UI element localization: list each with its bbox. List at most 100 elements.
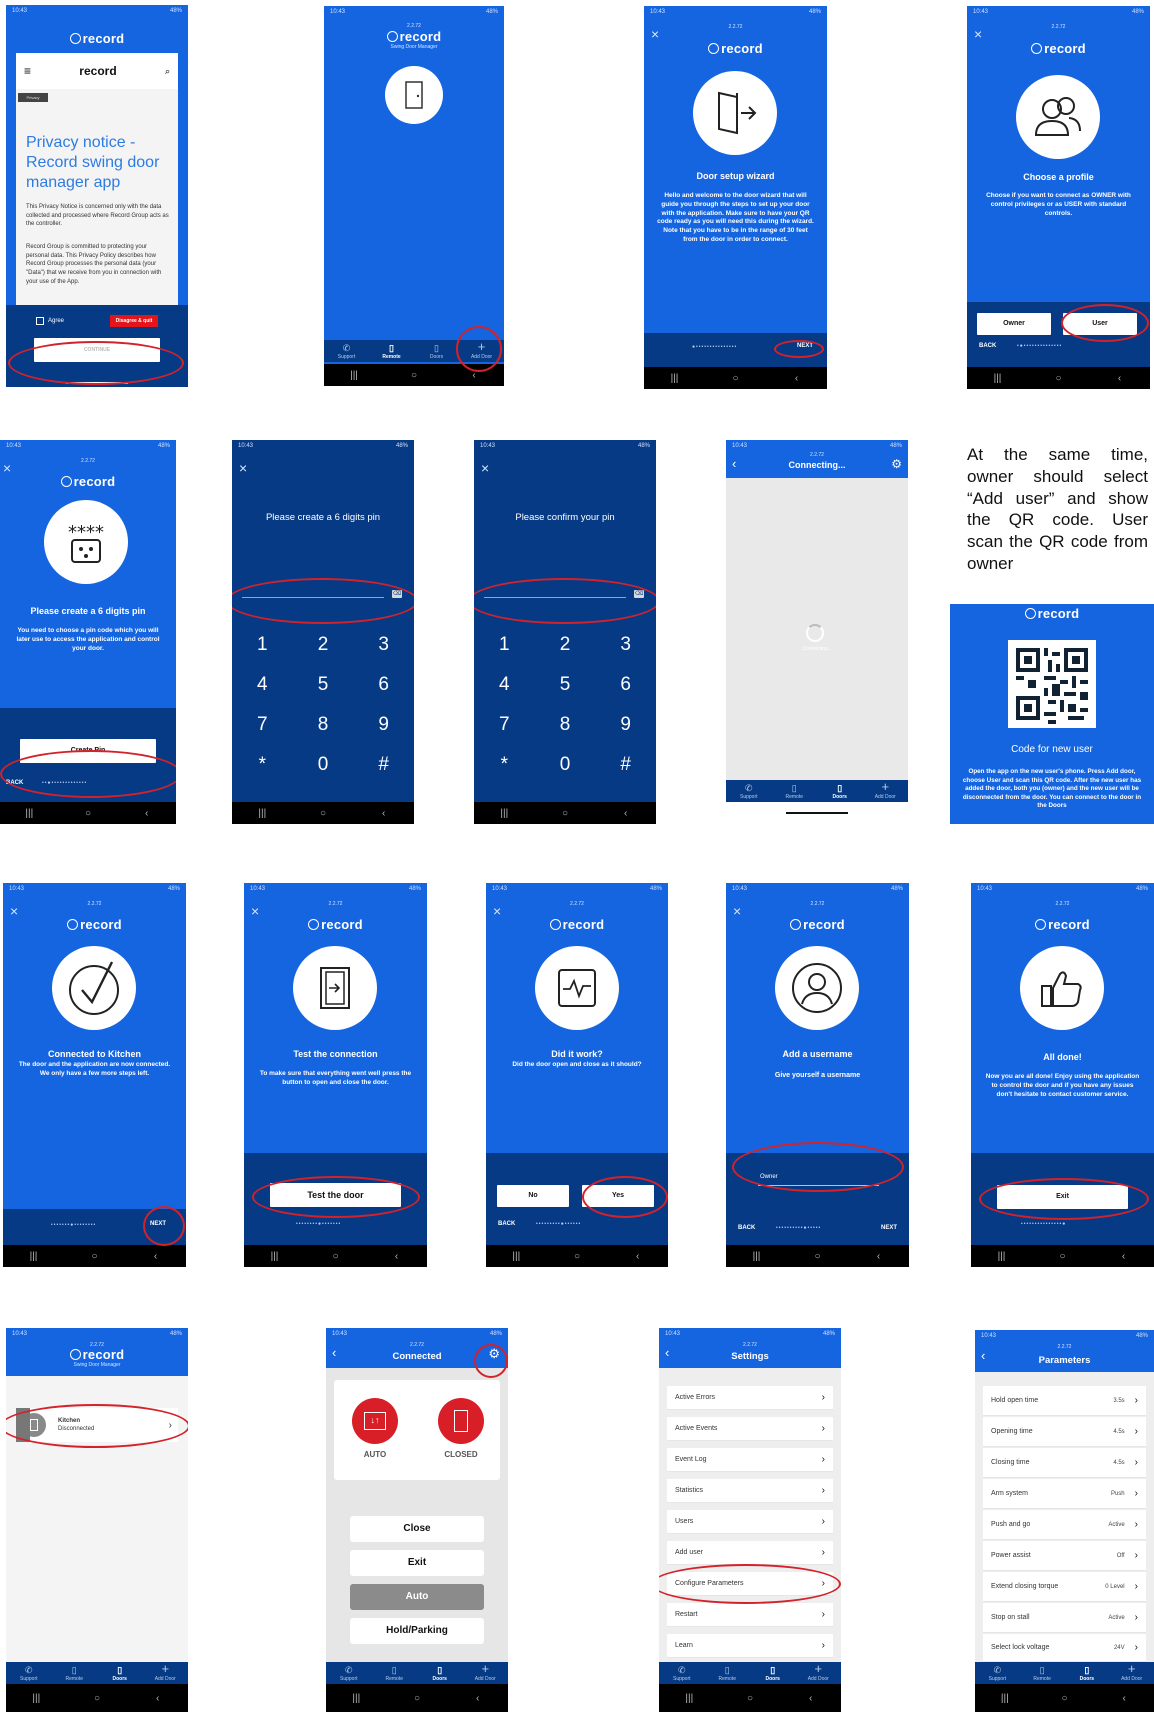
tab-add-door[interactable]: + Add Door xyxy=(798,1661,838,1682)
auto-mode-button[interactable]: ↓↑ xyxy=(352,1398,398,1444)
tab-add-door[interactable]: + Add Door xyxy=(865,779,905,800)
tab-doors[interactable]: ▯ Doors xyxy=(1067,1665,1107,1682)
tab-support[interactable]: ✆ Support xyxy=(977,1665,1017,1682)
tab-support[interactable]: ✆ Support xyxy=(9,1665,49,1682)
tab-add-door[interactable]: + Add Door xyxy=(465,1661,505,1682)
key-7[interactable]: 7 xyxy=(232,714,293,736)
hold-parking-button[interactable]: Hold/Parking xyxy=(350,1618,484,1644)
disagree-button[interactable]: Disagree & quit xyxy=(110,315,158,327)
test-door-button[interactable]: Test the door xyxy=(270,1183,401,1207)
clear-icon[interactable]: ⌫ xyxy=(392,590,402,598)
owner-button[interactable]: Owner xyxy=(977,313,1051,335)
next-button[interactable]: NEXT xyxy=(881,1225,897,1231)
tab-doors[interactable]: ▯ Doors xyxy=(417,343,457,360)
create-pin-button[interactable]: Create Pin xyxy=(20,739,156,763)
key-8[interactable]: 8 xyxy=(535,714,596,736)
key-1[interactable]: 1 xyxy=(232,634,293,656)
exit-mode-button[interactable]: Exit xyxy=(350,1550,484,1576)
parameter-row[interactable]: Arm system Push › xyxy=(983,1479,1146,1509)
next-button[interactable]: NEXT xyxy=(150,1221,166,1227)
tab-support[interactable]: ✆ Support xyxy=(662,1665,702,1682)
back-button[interactable]: BACK xyxy=(6,780,23,786)
parameter-row[interactable]: Closing time 4.5s › xyxy=(983,1448,1146,1478)
door-row-kitchen[interactable]: Kitchen Disconnected › xyxy=(16,1408,178,1442)
key-star[interactable]: * xyxy=(232,754,293,776)
key-4[interactable]: 4 xyxy=(232,674,293,696)
key-9[interactable]: 9 xyxy=(353,714,414,736)
key-hash[interactable]: # xyxy=(595,754,656,776)
tab-remote[interactable]: ▯ Remote xyxy=(372,343,412,360)
key-6[interactable]: 6 xyxy=(353,674,414,696)
tab-add-door[interactable]: + Add Door xyxy=(145,1661,185,1682)
agree-checkbox[interactable]: Agree xyxy=(36,317,64,325)
tab-support[interactable]: ✆ Support xyxy=(729,783,769,800)
home-button[interactable]: ○ xyxy=(404,370,424,381)
tab-doors[interactable]: ▯ Doors xyxy=(420,1665,460,1682)
key-2[interactable]: 2 xyxy=(535,634,596,656)
settings-item[interactable]: Active Errors › xyxy=(667,1386,833,1410)
username-input[interactable]: Owner xyxy=(760,1174,778,1180)
key-star[interactable]: * xyxy=(474,754,535,776)
gear-icon[interactable]: ⚙ xyxy=(891,457,902,471)
back-button[interactable]: ‹ xyxy=(464,370,484,381)
parameter-row[interactable]: Stop on stall Active › xyxy=(983,1603,1146,1633)
key-hash[interactable]: # xyxy=(353,754,414,776)
back-button[interactable]: BACK xyxy=(979,343,996,349)
settings-item[interactable]: Restart › xyxy=(667,1603,833,1627)
auto-mode-active-button[interactable]: Auto xyxy=(350,1584,484,1610)
tab-remote[interactable]: ▯ Remote xyxy=(774,783,814,800)
menu-icon[interactable]: ≡ xyxy=(24,64,31,78)
pin-confirm-input[interactable] xyxy=(484,597,626,598)
no-button[interactable]: No xyxy=(497,1185,569,1207)
tab-doors[interactable]: ▯ Doors xyxy=(753,1665,793,1682)
key-2[interactable]: 2 xyxy=(293,634,354,656)
tab-remote[interactable]: ▯ Remote xyxy=(707,1665,747,1682)
continue-button[interactable]: CONTINUE xyxy=(34,338,160,362)
settings-item[interactable]: Statistics › xyxy=(667,1479,833,1503)
tab-support[interactable]: ✆ Support xyxy=(329,1665,369,1682)
settings-item[interactable]: Learn › xyxy=(667,1634,833,1658)
tab-remote[interactable]: ▯ Remote xyxy=(54,1665,94,1682)
back-button[interactable]: BACK xyxy=(498,1221,515,1227)
gear-icon[interactable]: ⚙ xyxy=(488,1346,500,1362)
parameter-row[interactable]: Power assist Off › xyxy=(983,1541,1146,1571)
tab-support[interactable]: ✆ Support xyxy=(327,343,367,360)
parameter-row[interactable]: Select lock voltage 24V › xyxy=(983,1634,1146,1662)
tab-add-door[interactable]: + Add Door xyxy=(1112,1661,1152,1682)
key-6[interactable]: 6 xyxy=(595,674,656,696)
tab-doors[interactable]: ▯ Doors xyxy=(820,783,860,800)
parameter-row[interactable]: Push and go Active › xyxy=(983,1510,1146,1540)
clear-icon[interactable]: ⌫ xyxy=(634,590,644,598)
key-3[interactable]: 3 xyxy=(353,634,414,656)
back-button[interactable]: BACK xyxy=(738,1225,755,1231)
close-icon[interactable]: × xyxy=(481,460,489,476)
key-0[interactable]: 0 xyxy=(535,754,596,776)
settings-item-configure-parameters[interactable]: Configure Parameters › xyxy=(667,1572,833,1596)
user-button[interactable]: User xyxy=(1063,313,1137,335)
tab-doors[interactable]: ▯ Doors xyxy=(100,1665,140,1682)
exit-button[interactable]: Exit xyxy=(997,1185,1128,1209)
parameter-row[interactable]: Extend closing torque 0 Level › xyxy=(983,1572,1146,1602)
key-3[interactable]: 3 xyxy=(595,634,656,656)
closed-mode-button[interactable] xyxy=(438,1398,484,1444)
key-8[interactable]: 8 xyxy=(293,714,354,736)
parameter-row[interactable]: Hold open time 3.5s › xyxy=(983,1386,1146,1416)
settings-item[interactable]: Active Events › xyxy=(667,1417,833,1441)
tab-remote[interactable]: ▯ Remote xyxy=(1022,1665,1062,1682)
key-7[interactable]: 7 xyxy=(474,714,535,736)
settings-item[interactable]: Add user › xyxy=(667,1541,833,1565)
settings-item[interactable]: Users › xyxy=(667,1510,833,1534)
key-1[interactable]: 1 xyxy=(474,634,535,656)
tab-remote[interactable]: ▯ Remote xyxy=(374,1665,414,1682)
search-icon[interactable]: ⌕ xyxy=(165,66,170,77)
key-9[interactable]: 9 xyxy=(595,714,656,736)
recents-button[interactable]: ||| xyxy=(344,370,364,381)
drag-handle[interactable] xyxy=(16,1408,30,1442)
key-5[interactable]: 5 xyxy=(535,674,596,696)
settings-item[interactable]: Event Log › xyxy=(667,1448,833,1472)
close-door-button[interactable]: Close xyxy=(350,1516,484,1542)
next-button[interactable]: NEXT xyxy=(797,343,813,349)
parameter-row[interactable]: Opening time 4.5s › xyxy=(983,1417,1146,1447)
pin-input[interactable] xyxy=(242,597,384,598)
tab-add-door[interactable]: + Add Door xyxy=(462,339,502,360)
